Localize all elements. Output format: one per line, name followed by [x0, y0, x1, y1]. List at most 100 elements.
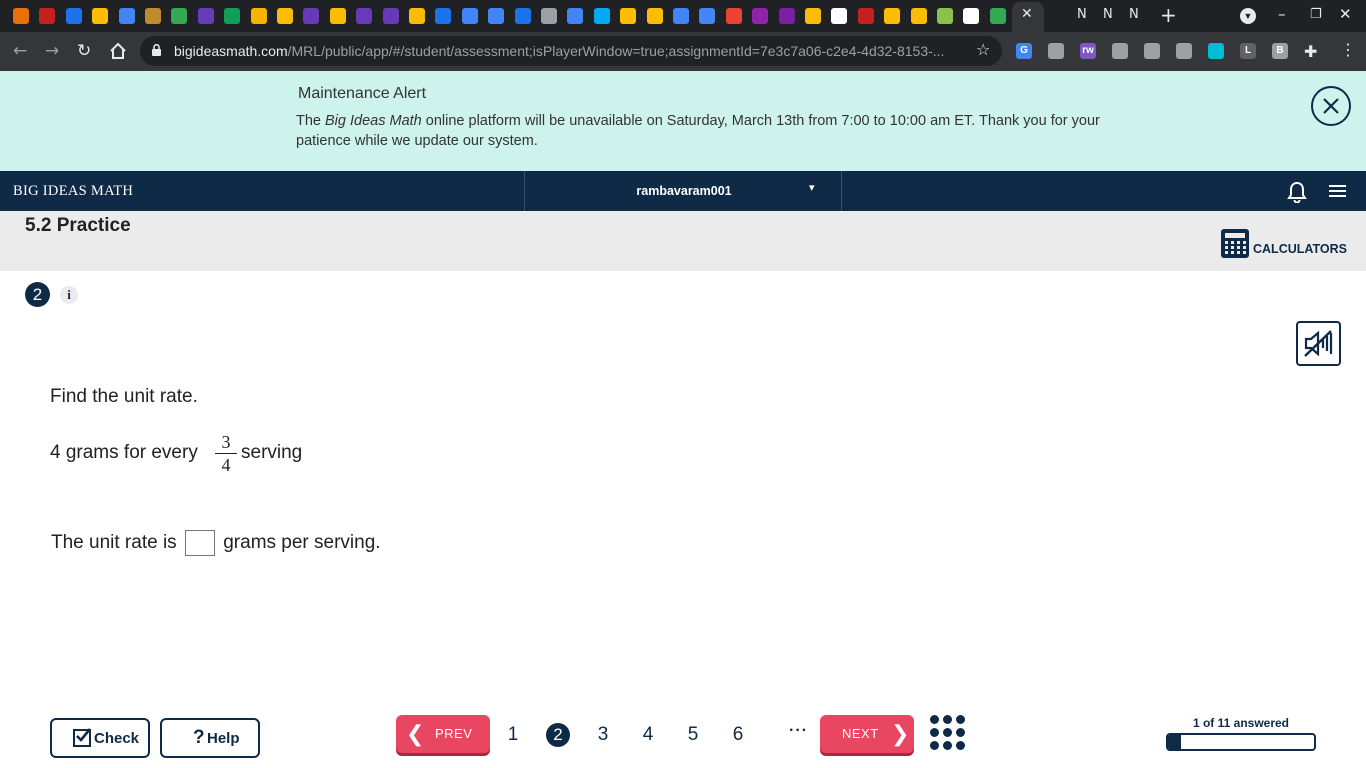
- tab-notion[interactable]: N: [1129, 7, 1139, 22]
- tab-favicon-icon[interactable]: [383, 8, 399, 24]
- tab-favicon-icon[interactable]: [435, 8, 451, 24]
- more-pages-ellipsis[interactable]: ···: [789, 722, 808, 740]
- back-icon[interactable]: ←: [13, 41, 27, 61]
- tab-favicon-icon[interactable]: [251, 8, 267, 24]
- tab-favicon-icon[interactable]: [330, 8, 346, 24]
- progress-fill: [1168, 735, 1182, 749]
- tab-favicon-icon[interactable]: [171, 8, 187, 24]
- user-menu[interactable]: rambavaram001 ▾: [524, 171, 842, 211]
- extension-icon[interactable]: [1048, 43, 1064, 59]
- extensions-puzzle-icon[interactable]: ✚: [1304, 42, 1317, 62]
- tab-notion[interactable]: N: [1077, 7, 1087, 22]
- address-bar[interactable]: bigideasmath.com/MRL/public/app/#/studen…: [140, 36, 1002, 66]
- prev-button[interactable]: ❮ PREV: [396, 715, 490, 753]
- tab-favicon-icon[interactable]: [13, 8, 29, 24]
- help-button[interactable]: ? Help: [160, 718, 260, 758]
- rate-suffix: serving: [241, 442, 303, 463]
- audio-mute-button[interactable]: [1296, 321, 1341, 366]
- tab-favicon-icon[interactable]: [515, 8, 531, 24]
- calculator-icon[interactable]: [1221, 229, 1249, 258]
- top-navigation: BIG IDEAS MATH rambavaram001 ▾: [0, 171, 1366, 211]
- tab-favicon-icon[interactable]: [963, 8, 979, 24]
- tab-favicon-icon[interactable]: [911, 8, 927, 24]
- lock-icon: [152, 44, 161, 56]
- tab-favicon-icon[interactable]: [752, 8, 768, 24]
- tab-favicon-icon[interactable]: [858, 8, 874, 24]
- tab-favicon-icon[interactable]: [726, 8, 742, 24]
- tab-favicon-icon[interactable]: [409, 8, 425, 24]
- tab-favicon-icon[interactable]: [92, 8, 108, 24]
- page-link-6[interactable]: 6: [726, 723, 750, 747]
- tab-favicon-icon[interactable]: [779, 8, 795, 24]
- tab-favicon-icon[interactable]: [39, 8, 55, 24]
- chevron-right-icon: ❯: [891, 722, 910, 747]
- new-tab-icon[interactable]: +: [1160, 3, 1177, 27]
- tab-favicon-icon[interactable]: [145, 8, 161, 24]
- tab-favicon-icon[interactable]: [990, 8, 1006, 24]
- url-text[interactable]: bigideasmath.com/MRL/public/app/#/studen…: [174, 43, 964, 59]
- tab-favicon-icon[interactable]: [831, 8, 847, 24]
- tab-favicon-icon[interactable]: [66, 8, 82, 24]
- tab-favicon-icon[interactable]: [620, 8, 636, 24]
- tab-favicon-icon[interactable]: [198, 8, 214, 24]
- extension-icon[interactable]: rw: [1080, 43, 1096, 59]
- reload-icon[interactable]: ↻: [77, 41, 91, 61]
- close-tab-icon[interactable]: ✕: [1021, 6, 1033, 22]
- tab-favicon-icon[interactable]: [937, 8, 953, 24]
- page-link-4[interactable]: 4: [636, 723, 660, 747]
- tab-favicon-icon[interactable]: [277, 8, 293, 24]
- check-button[interactable]: Check: [50, 718, 150, 758]
- tab-favicon-icon[interactable]: [541, 8, 557, 24]
- answer-input[interactable]: [184, 530, 215, 556]
- question-mark-icon: ?: [193, 727, 205, 748]
- tab-favicon-icon[interactable]: [805, 8, 821, 24]
- fraction-numerator: 3: [221, 432, 231, 452]
- tab-favicon-icon[interactable]: [488, 8, 504, 24]
- extension-icon[interactable]: B: [1272, 43, 1288, 59]
- tab-favicon-icon[interactable]: [699, 8, 715, 24]
- assignment-title: 5.2 Practice: [25, 215, 131, 236]
- tab-favicon-icon[interactable]: [119, 8, 135, 24]
- tab-favicon-icon[interactable]: [594, 8, 610, 24]
- browser-tab-strip: ✕ N N N + ▼ – ❐ ✕: [0, 0, 1366, 32]
- extension-icon[interactable]: [1144, 43, 1160, 59]
- chevron-down-icon: ▾: [809, 181, 815, 194]
- hamburger-menu-icon[interactable]: [1329, 185, 1346, 200]
- extension-icon[interactable]: [1112, 43, 1128, 59]
- forward-icon[interactable]: →: [45, 41, 59, 61]
- browser-menu-icon[interactable]: ⋮: [1340, 40, 1356, 59]
- bookmark-star-icon[interactable]: ☆: [976, 40, 990, 59]
- page-link-3[interactable]: 3: [591, 723, 615, 747]
- chevron-left-icon: ❮: [406, 722, 425, 747]
- tab-favicon-icon[interactable]: [303, 8, 319, 24]
- tab-favicon-icon[interactable]: [884, 8, 900, 24]
- tab-favicon-icon[interactable]: [356, 8, 372, 24]
- question-number-badge: 2: [25, 282, 50, 307]
- tab-notion[interactable]: N: [1103, 7, 1113, 22]
- extension-icon[interactable]: L: [1240, 43, 1256, 59]
- tab-favicon-icon[interactable]: [673, 8, 689, 24]
- calculators-button[interactable]: CALCULATORS: [1253, 242, 1347, 256]
- tab-favicon-icon[interactable]: [224, 8, 240, 24]
- tab-search-icon[interactable]: ▼: [1240, 8, 1256, 24]
- notification-bell-icon[interactable]: [1287, 181, 1307, 208]
- restore-icon[interactable]: ❐: [1310, 7, 1322, 22]
- page-link-5[interactable]: 5: [681, 723, 705, 747]
- extension-icon[interactable]: [1208, 43, 1224, 59]
- minimize-icon[interactable]: –: [1278, 5, 1286, 23]
- extension-icon[interactable]: G: [1016, 43, 1032, 59]
- check-icon: [73, 728, 92, 747]
- tab-favicon-icon[interactable]: [462, 8, 478, 24]
- close-window-icon[interactable]: ✕: [1339, 5, 1352, 23]
- info-icon[interactable]: i: [60, 286, 78, 304]
- page-link-1[interactable]: 1: [501, 723, 525, 747]
- page-link-2-current[interactable]: 2: [546, 723, 570, 747]
- home-icon[interactable]: [109, 42, 127, 65]
- tab-favicon-icon[interactable]: [567, 8, 583, 24]
- question-grid-icon[interactable]: [930, 715, 966, 751]
- brand-logo[interactable]: BIG IDEAS MATH: [13, 183, 133, 200]
- next-button[interactable]: NEXT ❯: [820, 715, 914, 753]
- close-alert-button[interactable]: [1311, 86, 1351, 126]
- tab-favicon-icon[interactable]: [647, 8, 663, 24]
- extension-icon[interactable]: [1176, 43, 1192, 59]
